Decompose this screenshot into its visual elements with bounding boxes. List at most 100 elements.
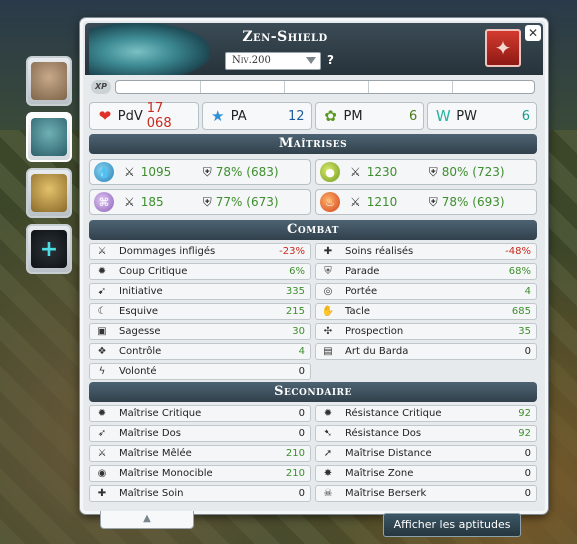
dodge-icon: ☾ xyxy=(97,306,107,317)
stat-value: 0 xyxy=(524,468,531,479)
character-avatar xyxy=(89,23,209,75)
stat-value: 4 xyxy=(298,346,305,357)
stat-label: Prospection xyxy=(345,326,404,337)
level-select[interactable]: Niv.200 xyxy=(225,52,321,70)
stat-value: 92 xyxy=(518,428,531,439)
chevron-down-icon xyxy=(306,57,316,64)
stat-value: 0 xyxy=(524,448,531,459)
stat-sagesse: ▣ Sagesse 30 xyxy=(89,323,311,340)
stat-value: 685 xyxy=(511,306,531,317)
resource-label: PdV xyxy=(117,108,143,124)
stat-label: Maîtrise Critique xyxy=(119,408,202,419)
mastery-air: ⌘ ⚔ 185 ⛨ 77% (673) xyxy=(89,189,311,215)
lock-icon: ✋ xyxy=(321,306,335,317)
stat-art-du-barda: ▤ Art du Barda 0 xyxy=(315,343,537,360)
expand-tab[interactable]: ▲ xyxy=(100,511,194,529)
boot-icon: ✿ xyxy=(324,107,337,125)
stat-resistance-dos: ➷ Résistance Dos 92 xyxy=(315,425,537,442)
close-icon[interactable]: ✕ xyxy=(525,25,541,41)
character-tab-2[interactable] xyxy=(26,112,72,162)
sword-icon: ⚔ xyxy=(124,165,135,179)
area-mastery-icon: ✸ xyxy=(323,468,333,479)
stat-label: Maîtrise Mêlée xyxy=(119,448,192,459)
stat-label: Esquive xyxy=(119,306,159,317)
resource-value: 12 xyxy=(287,108,305,124)
shield-icon: ⛨ xyxy=(428,164,438,179)
wisdom-icon: ▣ xyxy=(97,326,107,337)
stat-volonte: ϟ Volonté 0 xyxy=(89,363,311,380)
stat-maitrise-zone: ✸ Maîtrise Zone 0 xyxy=(315,465,537,482)
resist-value: 78% (693) xyxy=(441,195,505,209)
sword-icon: ⚔ xyxy=(97,246,107,257)
heal-mastery-icon: ✚ xyxy=(97,488,107,499)
kit-skill-icon: ▤ xyxy=(323,346,333,357)
character-sheet-panel: Zen-Shield Niv.200 ? ✦ ✕ XP ❤ PdV 17 068… xyxy=(80,18,548,514)
stat-maitrise-distance: ➚ Maîtrise Distance 0 xyxy=(315,445,537,462)
resource-pm: ✿ PM 6 xyxy=(314,102,425,130)
stat-label: Résistance Critique xyxy=(345,408,442,419)
resist-value: 80% (723) xyxy=(441,165,505,179)
mastery-value: 1210 xyxy=(366,195,398,209)
stat-portee: ◎ Portée 4 xyxy=(315,283,537,300)
stat-maitrise-soin: ✚ Maîtrise Soin 0 xyxy=(89,485,311,502)
character-portrait-2 xyxy=(31,118,67,156)
resource-label: PA xyxy=(230,108,247,124)
earth-element-icon: ● xyxy=(320,162,340,182)
rear-mastery-icon: ➶ xyxy=(97,428,107,439)
heart-icon: ❤ xyxy=(98,107,112,125)
stat-label: Sagesse xyxy=(119,326,161,337)
rear-resist-icon: ➷ xyxy=(323,428,333,439)
mastery-water: 💧 ⚔ 1095 ⛨ 78% (683) xyxy=(89,159,311,185)
stat-value: 30 xyxy=(292,326,305,337)
xp-bar xyxy=(115,80,535,94)
stat-value: 215 xyxy=(285,306,305,317)
resource-value: 17 068 xyxy=(146,101,172,131)
character-portrait-1 xyxy=(31,62,67,100)
stat-resistance-critique: ✹ Résistance Critique 92 xyxy=(315,405,537,422)
resource-pw: W PW 6 xyxy=(427,102,537,130)
wakfu-icon: W xyxy=(435,107,451,125)
stat-value: 68% xyxy=(508,266,531,277)
character-portrait-3 xyxy=(31,174,67,212)
resource-label: PW xyxy=(456,108,477,124)
add-character-tab[interactable]: + xyxy=(26,224,72,274)
single-target-icon: ◉ xyxy=(97,468,107,479)
stat-label: Maîtrise Zone xyxy=(345,468,414,479)
stat-parade: ⛨ Parade 68% xyxy=(315,263,537,280)
heal-icon: ✚ xyxy=(323,246,333,257)
star-icon: ★ xyxy=(211,107,225,125)
section-title-maitrises: Maîtrises xyxy=(89,134,537,154)
character-name: Zen-Shield xyxy=(242,29,328,45)
willpower-icon: ϟ xyxy=(98,366,106,377)
guild-emblem-icon[interactable]: ✦ xyxy=(485,29,521,67)
water-element-icon: 💧 xyxy=(94,162,114,182)
stat-value: 0 xyxy=(298,408,305,419)
stat-tacle: ✋ Tacle 685 xyxy=(315,303,537,320)
mastery-value: 1230 xyxy=(366,165,398,179)
character-tab-1[interactable] xyxy=(26,56,72,106)
resources-row: ❤ PdV 17 068 ★ PA 12 ✿ PM 6 W PW 6 xyxy=(89,101,537,131)
character-tab-3[interactable] xyxy=(26,168,72,218)
stat-label: Maîtrise Soin xyxy=(119,488,184,499)
secondary-stats-grid: ✹ Maîtrise Critique 0 ✹ Résistance Critique 9… xyxy=(89,405,537,502)
stat-value: 335 xyxy=(285,286,305,297)
stat-controle: ❖ Contrôle 4 xyxy=(89,343,311,360)
show-aptitudes-button[interactable]: Afficher les aptitudes xyxy=(383,513,521,537)
stat-label: Soins réalisés xyxy=(345,246,414,257)
stat-value: 0 xyxy=(298,366,305,377)
stat-soins-realises: ✚ Soins réalisés -48% xyxy=(315,243,537,260)
section-title-secondaire: Secondaire xyxy=(89,382,537,402)
stat-value: 0 xyxy=(298,428,305,439)
help-icon[interactable]: ? xyxy=(327,53,334,67)
stat-label: Volonté xyxy=(119,366,157,377)
fire-element-icon: ♨ xyxy=(320,192,340,212)
prospecting-icon: ✣ xyxy=(323,326,333,337)
resource-pa: ★ PA 12 xyxy=(201,102,312,130)
stat-value: 35 xyxy=(518,326,531,337)
critical-icon: ✹ xyxy=(97,266,107,277)
character-header: Zen-Shield Niv.200 ? ✦ ✕ xyxy=(85,23,543,75)
parry-icon: ⛨ xyxy=(324,266,332,277)
stat-dommages-infliges: ⚔ Dommages infligés -23% xyxy=(89,243,311,260)
stat-coup-critique: ✹ Coup Critique 6% xyxy=(89,263,311,280)
stat-value: 92 xyxy=(518,408,531,419)
